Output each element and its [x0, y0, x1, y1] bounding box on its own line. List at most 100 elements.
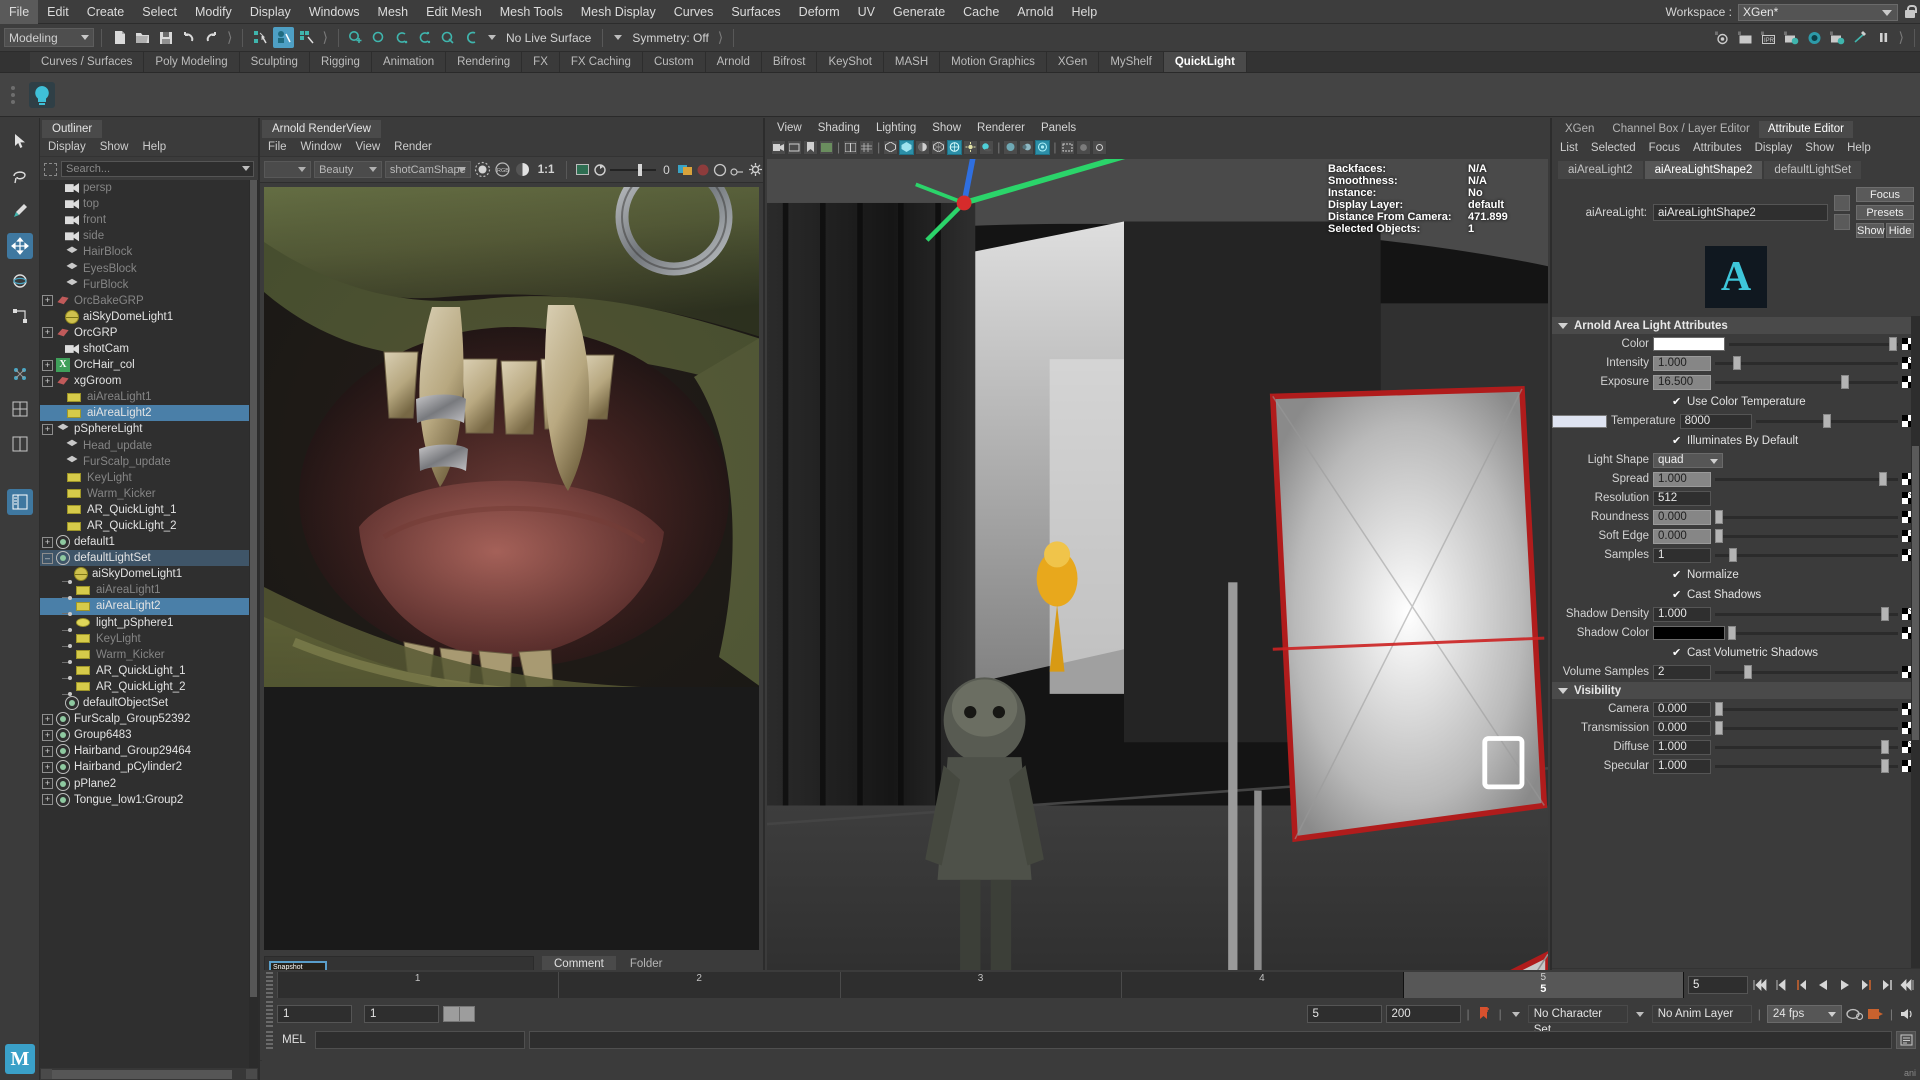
viewport-menu-show[interactable]: Show [932, 122, 961, 134]
shelf-tab-fx-caching[interactable]: FX Caching [559, 52, 643, 72]
ae-menu-selected[interactable]: Selected [1591, 142, 1636, 154]
attribute-value-input[interactable]: 512 [1653, 490, 1711, 506]
shelf-tab-motion-graphics[interactable]: Motion Graphics [940, 52, 1047, 72]
attribute-value-input[interactable]: 1.000 [1653, 739, 1711, 755]
render-sequence-button[interactable]: ||| [1735, 27, 1756, 48]
range-min-input[interactable]: 1 [364, 1005, 439, 1023]
ae-node-tab-defaultlightset[interactable]: defaultLightSet [1764, 161, 1862, 179]
start-render-icon[interactable] [713, 160, 727, 179]
snap-to-view-planes-button[interactable] [438, 27, 459, 48]
renderview-tab[interactable]: Arnold RenderView [262, 120, 381, 138]
wireframe-shaded-icon[interactable] [899, 139, 915, 155]
outliner-item-furscalp-group52392[interactable]: + FurScalp_Group52392 [40, 711, 258, 727]
attribute-slider[interactable] [1715, 472, 1898, 486]
light-shape-dropdown[interactable]: quad [1653, 452, 1723, 468]
lighting-icon[interactable] [963, 139, 979, 155]
ae-section-visibility[interactable]: Visibility [1552, 682, 1920, 699]
shelf-tab-animation[interactable]: Animation [371, 52, 447, 72]
attribute-editor-body[interactable]: Arnold Area Light Attributes Color Intensi… [1552, 316, 1920, 968]
expand-icon[interactable]: + [42, 729, 53, 741]
new-scene-button[interactable] [109, 27, 130, 48]
ae-node-tab-aiarealight2[interactable]: aiAreaLight2 [1558, 161, 1643, 179]
select-by-hierarchy-button[interactable] [250, 27, 271, 48]
attribute-slider[interactable] [1714, 721, 1898, 735]
shelf-drag-handle[interactable] [6, 75, 20, 115]
range-slider-grip[interactable] [266, 1001, 273, 1027]
image-plane-icon[interactable] [819, 139, 834, 155]
outliner-tab[interactable]: Outliner [42, 120, 103, 138]
exposure-slider[interactable] [610, 163, 657, 177]
expand-icon[interactable]: + [42, 295, 53, 307]
attribute-slider[interactable] [1755, 414, 1898, 428]
node-name-input[interactable]: aiAreaLightShape2 [1653, 204, 1828, 221]
rendered-image[interactable] [264, 187, 759, 950]
texture-display-icon[interactable] [947, 139, 963, 155]
anim-layer-field[interactable]: No Anim Layer [1651, 1005, 1752, 1023]
attribute-slider[interactable] [1728, 626, 1898, 640]
auto-keyframe-toggle[interactable] [1476, 1005, 1493, 1023]
undo-button[interactable] [178, 27, 199, 48]
outliner-item-head-update[interactable]: Head_update [40, 438, 258, 454]
audio-toggle-icon[interactable] [1899, 1005, 1916, 1023]
outliner-item-furblock[interactable]: FurBlock [40, 277, 258, 293]
lock-icon[interactable] [1904, 5, 1917, 19]
color-swatch[interactable] [1653, 626, 1725, 640]
outliner-item-xggroom[interactable]: + xgGroom [40, 373, 258, 389]
exposure-icon[interactable] [593, 160, 607, 179]
render-region-icon[interactable] [474, 160, 491, 179]
outliner-item-furscalp-update[interactable]: FurScalp_update [40, 454, 258, 470]
script-editor-button[interactable] [1896, 1031, 1916, 1049]
alpha-channel-icon[interactable] [514, 160, 531, 179]
attribute-slider[interactable] [1714, 702, 1898, 716]
outliner-item-ar-quicklight-2[interactable]: AR_QuickLight_2 [40, 518, 258, 534]
shaded-icon[interactable] [915, 139, 931, 155]
menu-curves[interactable]: Curves [665, 0, 723, 24]
quicklight-shelf-icon[interactable] [26, 79, 58, 111]
collapse-icon[interactable]: – [42, 552, 53, 564]
save-scene-button[interactable] [155, 27, 176, 48]
attribute-slider[interactable] [1714, 510, 1898, 524]
expand-icon[interactable]: + [42, 423, 53, 435]
menu-set-dropdown[interactable]: Modeling [4, 28, 94, 47]
range-start-input[interactable]: 1 [277, 1005, 352, 1023]
show-button[interactable]: Show [1856, 223, 1885, 238]
snapshot-icon[interactable] [730, 160, 745, 179]
attribute-slider[interactable] [1715, 740, 1898, 754]
outliner-menu-show[interactable]: Show [100, 141, 129, 153]
outliner-item-side[interactable]: side [40, 228, 258, 244]
renderview-menu-view[interactable]: View [355, 141, 380, 153]
menu-windows[interactable]: Windows [300, 0, 369, 24]
snap-to-point-button[interactable] [392, 27, 413, 48]
menu-mesh-display[interactable]: Mesh Display [572, 0, 665, 24]
shelf-tab-curves-surfaces[interactable]: Curves / Surfaces [30, 52, 145, 72]
expand-icon[interactable]: + [42, 761, 53, 773]
fps-dropdown[interactable]: 24 fps [1766, 1005, 1842, 1023]
outliner-item-warm-kicker[interactable]: Warm_Kicker [40, 647, 258, 665]
select-by-component-type-button[interactable] [296, 27, 317, 48]
outliner-menu-display[interactable]: Display [48, 141, 86, 153]
viewport-menu-view[interactable]: View [777, 122, 802, 134]
attribute-slider[interactable] [1715, 665, 1898, 679]
ae-panel-tab-channel-box-layer-editor[interactable]: Channel Box / Layer Editor [1603, 121, 1759, 138]
outliner-item-defaultlightset[interactable]: – defaultLightSet [40, 550, 258, 567]
attribute-value-input[interactable]: 1.000 [1653, 758, 1711, 774]
chevron-down-icon[interactable] [242, 166, 250, 171]
shelf-tab-quicklight[interactable]: QuickLight [1163, 52, 1247, 72]
expand-icon[interactable]: + [42, 375, 53, 387]
make-live-button[interactable] [461, 27, 482, 48]
outliner-item-group6483[interactable]: + Group6483 [40, 727, 258, 743]
light-editor-button[interactable] [1850, 27, 1871, 48]
layout-outliner-persp-icon[interactable] [6, 489, 33, 515]
ae-checkbox-use-color-temperature[interactable]: ✔ Use Color Temperature [1552, 393, 1920, 411]
menu-select[interactable]: Select [133, 0, 186, 24]
ipr-render-button[interactable]: ||| IPR [1758, 27, 1779, 48]
shelf-tab-arnold[interactable]: Arnold [705, 52, 762, 72]
outliner-item-top[interactable]: top [40, 196, 258, 212]
menu-arnold[interactable]: Arnold [1008, 0, 1062, 24]
ae-panel-tab-attribute-editor[interactable]: Attribute Editor [1758, 121, 1853, 138]
shelf-tab-fx[interactable]: FX [522, 52, 560, 72]
outliner-item-keylight[interactable]: KeyLight [40, 470, 258, 486]
outliner-item-aiskydomelight1[interactable]: aiSkyDomeLight1 [40, 566, 258, 584]
outliner-item-aiarealight1[interactable]: aiAreaLight1 [40, 582, 258, 600]
renderview-menu-render[interactable]: Render [394, 141, 432, 153]
